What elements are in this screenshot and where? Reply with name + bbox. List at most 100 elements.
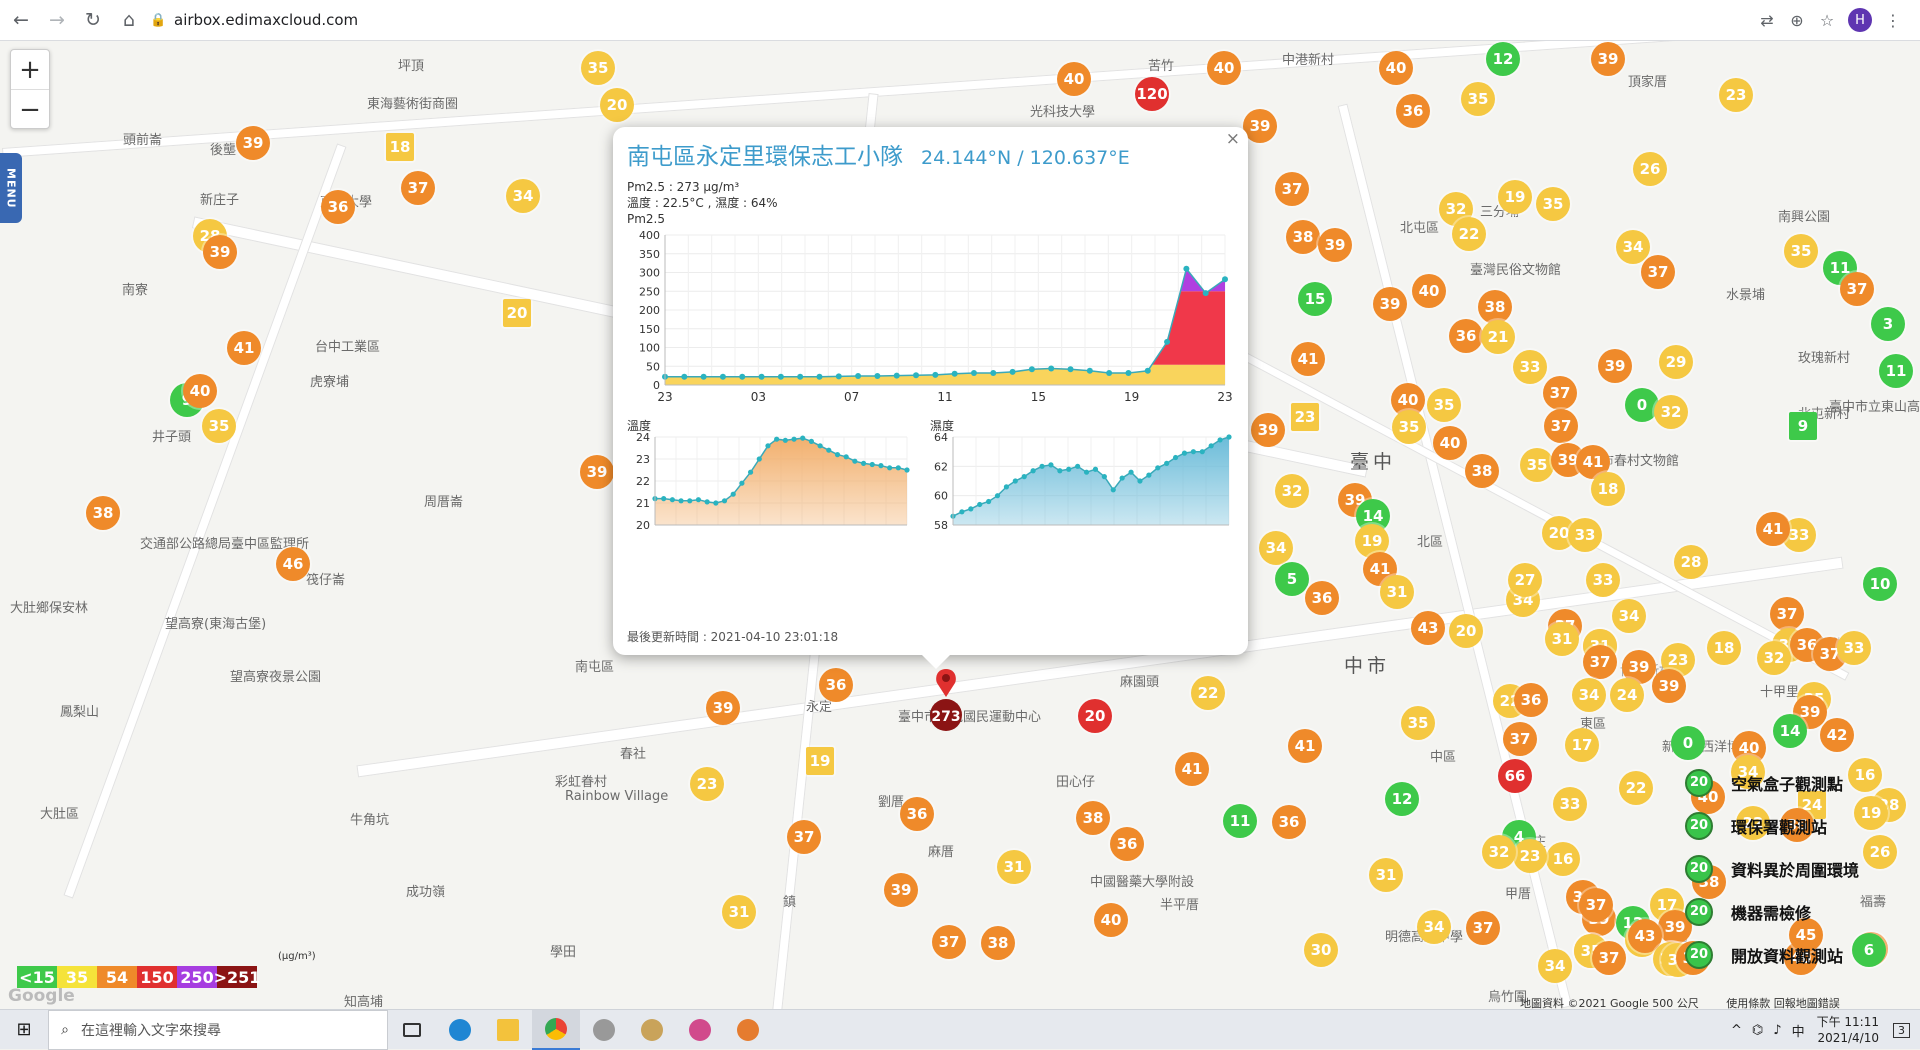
air-quality-marker[interactable]: 34 [1616,230,1650,264]
air-quality-marker[interactable]: 41 [1756,512,1790,546]
air-quality-marker[interactable]: 11 [1223,804,1257,838]
air-quality-marker[interactable]: 26 [1633,152,1667,186]
air-quality-marker[interactable]: 31 [722,895,756,929]
air-quality-marker[interactable]: 31 [1380,575,1414,609]
air-quality-marker[interactable]: 33 [1568,518,1602,552]
air-quality-marker[interactable]: 0 [1671,726,1705,760]
air-quality-marker[interactable]: 37 [1275,172,1309,206]
air-quality-marker[interactable]: 35 [1427,388,1461,422]
air-quality-marker[interactable]: 46 [276,547,310,581]
taskbar-search-box[interactable]: ⌕ 在這裡輸入文字來搜尋 [48,1009,388,1050]
air-quality-marker[interactable]: 40 [1412,274,1446,308]
air-quality-marker[interactable]: 37 [1466,911,1500,945]
air-quality-marker[interactable]: 3 [1871,307,1905,341]
air-quality-marker[interactable]: 37 [932,925,966,959]
air-quality-marker[interactable]: 37 [1840,272,1874,306]
air-quality-marker[interactable]: 10 [1863,567,1897,601]
map-terms[interactable]: 使用條款 回報地圖錯誤 [1726,997,1840,1009]
more-menu-icon[interactable]: ⋮ [1878,11,1908,30]
air-quality-marker[interactable]: 20 [600,88,634,122]
air-quality-marker[interactable]: 18 [1707,631,1741,665]
air-quality-marker[interactable]: 14 [1773,714,1807,748]
app-icon[interactable] [724,1010,772,1050]
forward-icon[interactable]: → [42,5,72,35]
air-quality-marker[interactable]: 19 [1498,180,1532,214]
air-quality-marker[interactable]: 37 [1770,597,1804,631]
air-quality-marker[interactable]: 34 [1259,531,1293,565]
snipping-tool-icon[interactable] [676,1010,724,1050]
air-quality-marker[interactable]: 32 [1757,641,1791,675]
air-quality-marker[interactable]: 35 [581,51,615,85]
air-quality-marker[interactable]: 34 [506,179,540,213]
air-quality-marker[interactable]: 38 [86,496,120,530]
air-quality-marker[interactable]: 36 [900,797,934,831]
air-quality-marker[interactable]: 33 [1837,631,1871,665]
clock[interactable]: 下午 11:11 2021/4/10 [1817,1014,1879,1046]
air-quality-marker[interactable]: 28 [1674,545,1708,579]
air-quality-marker[interactable]: 21 [1481,320,1515,354]
air-quality-marker[interactable]: 41 [1288,729,1322,763]
menu-tab[interactable]: MENU [0,153,22,223]
air-quality-marker[interactable]: 19 [1854,796,1888,830]
air-quality-marker[interactable]: 36 [1514,683,1548,717]
app-icon[interactable] [580,1010,628,1050]
network-icon[interactable]: ⌬ [1752,1023,1763,1038]
air-quality-marker[interactable]: 39 [1591,42,1625,76]
air-quality-marker[interactable]: 42 [1820,718,1854,752]
air-quality-marker[interactable]: 22 [1191,676,1225,710]
air-quality-marker[interactable]: 34 [1572,678,1606,712]
air-quality-marker[interactable]: 12 [1486,42,1520,76]
air-quality-marker[interactable]: 35 [1784,234,1818,268]
air-quality-marker[interactable]: 22 [1452,217,1486,251]
air-quality-marker[interactable]: 23 [1719,78,1753,112]
air-quality-marker[interactable]: 37 [1592,941,1626,975]
home-icon[interactable]: ⌂ [114,5,144,35]
selected-station-pin[interactable]: 273 [929,667,963,741]
air-quality-marker[interactable]: 35 [1461,82,1495,116]
air-quality-marker[interactable]: 35 [1392,410,1426,444]
air-quality-marker[interactable]: 16 [1546,842,1580,876]
air-quality-marker[interactable]: 17 [1565,728,1599,762]
air-quality-marker[interactable]: 39 [203,235,237,269]
air-quality-marker[interactable]: 37 [1503,722,1537,756]
reload-icon[interactable]: ↻ [78,5,108,35]
air-quality-marker[interactable]: 39 [236,126,270,160]
air-quality-marker[interactable]: 37 [1579,888,1613,922]
air-quality-marker[interactable]: 23 [1513,839,1547,873]
address-bar[interactable]: 🔒 airbox.edimaxcloud.com [150,5,1752,35]
air-quality-marker[interactable]: 37 [787,820,821,854]
air-quality-marker[interactable]: 34 [1538,949,1572,983]
air-quality-marker[interactable]: 40 [1379,51,1413,85]
air-quality-marker[interactable]: 39 [706,691,740,725]
air-quality-marker[interactable]: 36 [1110,827,1144,861]
air-quality-marker[interactable]: 27 [1508,563,1542,597]
air-quality-marker[interactable]: 34 [1612,599,1646,633]
air-quality-marker[interactable]: 40 [1094,903,1128,937]
air-quality-marker[interactable]: 20 [1449,614,1483,648]
air-quality-marker[interactable]: 20 [503,299,531,327]
air-quality-marker[interactable]: 23 [1291,403,1319,431]
task-view-icon[interactable] [388,1010,436,1050]
air-quality-marker[interactable]: 40 [183,374,217,408]
air-quality-marker[interactable]: 35 [1536,187,1570,221]
edge-icon[interactable] [436,1010,484,1050]
air-quality-marker[interactable]: 20 [1078,699,1112,733]
air-quality-marker[interactable]: 41 [227,331,261,365]
air-quality-marker[interactable]: 39 [884,873,918,907]
air-quality-marker[interactable]: 33 [1586,563,1620,597]
air-quality-marker[interactable]: 36 [321,190,355,224]
air-quality-marker[interactable]: 39 [580,455,614,489]
air-quality-marker[interactable]: 37 [1543,376,1577,410]
air-quality-marker[interactable]: 31 [1369,858,1403,892]
air-quality-marker[interactable]: 22 [1619,771,1653,805]
air-quality-marker[interactable]: 40 [1207,51,1241,85]
air-quality-marker[interactable]: 9 [1789,412,1817,440]
air-quality-marker[interactable]: 120 [1135,77,1169,111]
zoom-in-button[interactable]: + [11,50,49,90]
air-quality-marker[interactable]: 18 [386,133,414,161]
air-quality-marker[interactable]: 18 [1591,472,1625,506]
zoom-out-button[interactable]: − [11,90,49,130]
bookmark-star-icon[interactable]: ☆ [1812,11,1842,30]
air-quality-marker[interactable]: 38 [1465,454,1499,488]
zoom-icon[interactable]: ⊕ [1782,11,1812,30]
